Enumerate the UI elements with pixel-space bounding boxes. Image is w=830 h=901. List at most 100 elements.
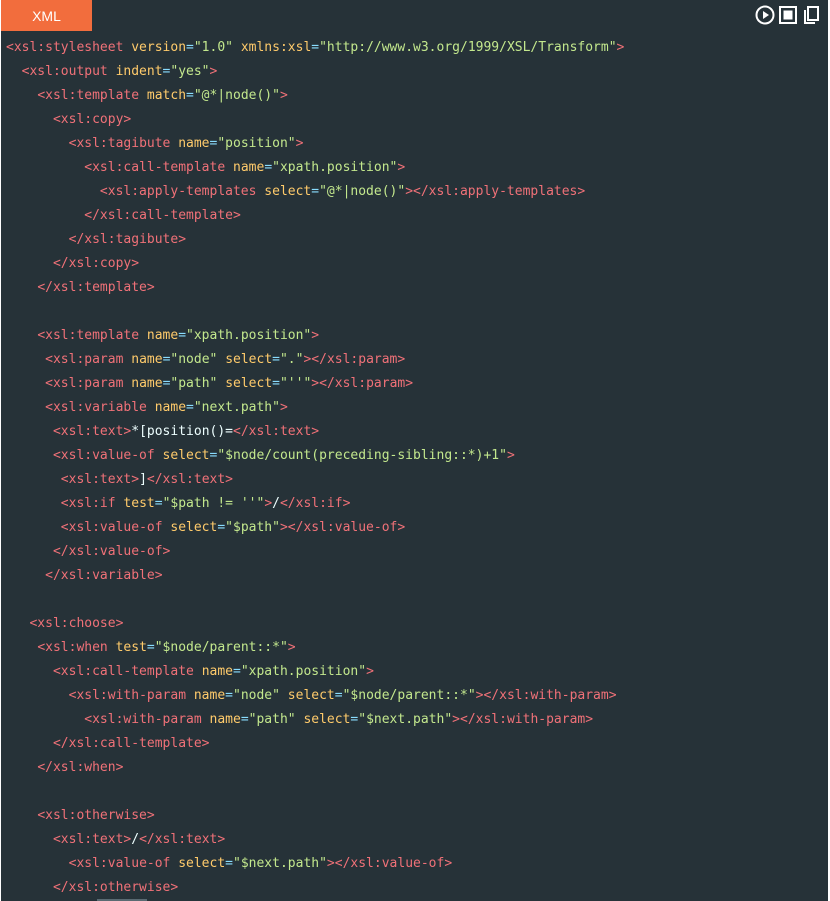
code-line: <xsl:copy> [6,108,828,132]
token-attr: name [154,400,187,415]
token-punc: = [272,376,280,391]
token-attr: select [287,688,335,703]
code-line: <xsl:text>*[position()=</xsl:text> [6,420,828,444]
code-line: <xsl:with-param name="path" select="$nex… [6,708,828,732]
token-str: "$path != ''" [162,496,265,511]
token-tag: </xsl:if> [279,496,351,511]
token-tag: </xsl:call-template> [52,736,210,751]
token-punc: = [272,352,280,367]
token-tag: </xsl:call-template> [84,208,241,223]
token-tag: <xsl:otherwise> [37,808,155,823]
token-tag: > [311,328,320,343]
code-line: <xsl:template name="xpath.position"> [6,324,828,348]
token-str: "." [279,352,304,367]
token-str: "$node/count(preceding-sibling::*)+1" [217,448,507,463]
token-attr: name [209,712,241,727]
token-tag: ></xsl:with-param> [452,712,594,727]
token-attr: select [162,448,210,463]
token-tag: <xsl:value-of [60,520,163,535]
token-punc: = [264,160,273,175]
token-str: "$next.path" [358,712,453,727]
token-tag: </xsl:when> [37,760,124,775]
token-str: "$next.path" [233,856,327,871]
token-punc: = [217,520,226,535]
token-txt: / [131,832,140,847]
token-tag: <xsl:value-of [68,856,171,871]
token-str: "next.path" [193,400,280,415]
code-line: </xsl:value-of> [6,540,828,564]
token-str: "@*|node()" [193,88,280,103]
token-tag: </xsl:text> [139,832,226,847]
code-line: </xsl:copy> [6,252,828,276]
token-str: "xpath.position" [272,160,398,175]
copy-icon [804,6,819,24]
token-tag: ></xsl:value-of> [279,520,406,535]
code-line: <xsl:value-of select="$node/count(preced… [6,444,828,468]
token-txt: / [272,496,280,511]
token-attr: match [146,88,187,103]
token-tag: </xsl:copy> [52,256,140,271]
token-str: "xpath.position" [186,328,312,343]
token-tag: > [264,496,273,511]
token-attr: name [193,688,226,703]
token-punc: = [186,400,194,415]
token-tag: <xsl:text> [60,472,140,487]
token-tag: > [506,448,515,463]
token-tag: <xsl:apply-templates [99,184,257,199]
token-tag: <xsl:copy> [52,112,132,127]
token-tag: <xsl:template [37,88,140,103]
token-str: "position" [217,136,296,151]
run-button[interactable] [755,5,775,25]
token-attr: name [201,664,233,679]
token-tag: </xsl:text> [146,472,233,487]
code-line: <xsl:tagibute name="position"> [6,132,828,156]
token-tag: <xsl:param [45,376,124,391]
token-tag: ></xsl:param> [303,352,406,367]
stop-button[interactable] [778,5,798,25]
code-line: <xsl:if test="$path != ''">/</xsl:if> [6,492,828,516]
token-attr: test [123,496,155,511]
token-tag: > [287,640,296,655]
code-line: <xsl:text>/</xsl:text> [6,828,828,852]
token-punc: = [240,712,249,727]
copy-button[interactable] [801,5,821,25]
language-tab[interactable]: XML [1,0,92,31]
token-str: "$node/parent::*" [154,640,288,655]
token-punc: = [186,40,194,55]
token-tag: <xsl:with-param [84,712,202,727]
token-attr: select [225,352,273,367]
token-tag: </xsl:value-of> [52,544,171,559]
code-line: <xsl:call-template name="xpath.position"… [6,156,828,180]
code-content: <xsl:stylesheet version="1.0" xmlns:xsl=… [6,36,828,900]
token-punc: = [334,688,343,703]
code-line: <xsl:choose> [6,612,828,636]
token-attr: select [264,184,312,199]
token-attr: name [146,328,179,343]
